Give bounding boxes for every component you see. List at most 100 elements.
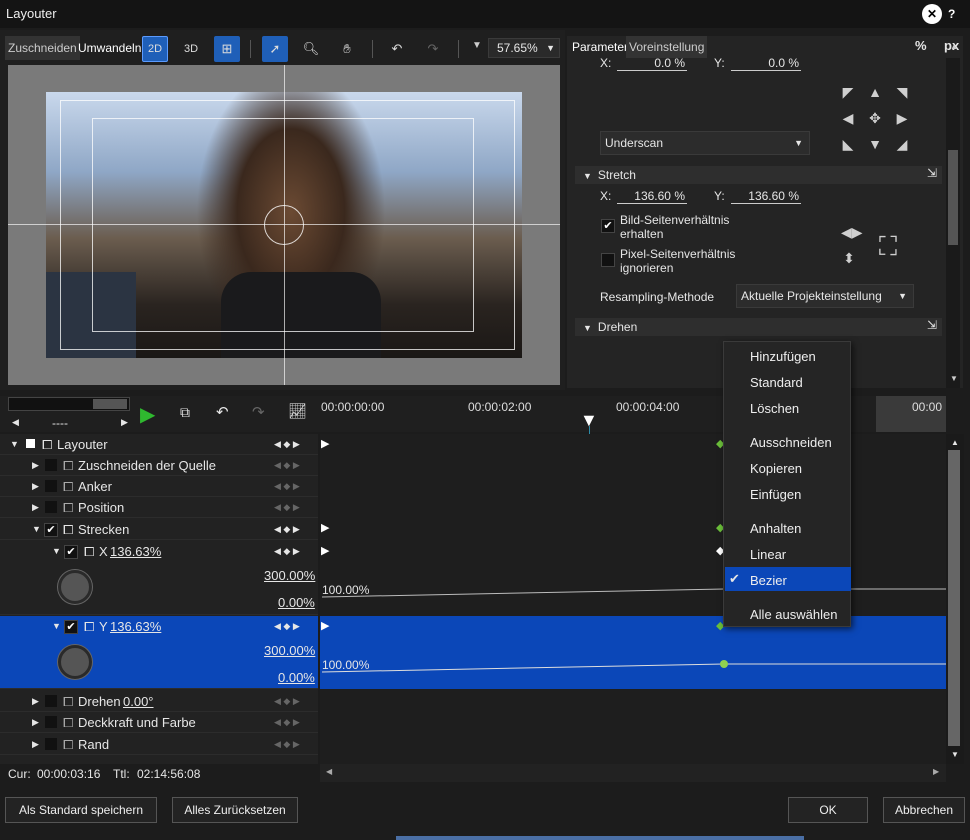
unit-percent-button[interactable]: % [915, 38, 927, 53]
arrow-right-icon[interactable]: ▶ [894, 110, 910, 126]
track-checkbox[interactable]: ✔ [64, 545, 78, 559]
keyframe-start-icon[interactable]: ▶ [321, 521, 329, 534]
loop-play-icon[interactable]: ⧉ [180, 404, 190, 421]
collapse-triangle-icon[interactable]: ▼ [10, 434, 19, 455]
anchor-handle[interactable] [264, 205, 304, 245]
keyframe-nav-icon[interactable]: ◀ ◆ ▶ [274, 519, 300, 540]
track-border[interactable]: ▶ ⧠ Rand ◀ ◆ ▶ [0, 734, 318, 755]
arrow-up-icon[interactable]: ▲ [867, 84, 883, 100]
scroll-down-icon[interactable]: ▼ [951, 750, 959, 759]
zoom-tool-button[interactable]: 🔍︎ [298, 36, 324, 62]
arrow-bottom-right-icon[interactable]: ◢ [894, 136, 910, 152]
track-checkbox[interactable] [45, 716, 57, 728]
scroll-up-icon[interactable]: ▲ [950, 42, 958, 51]
track-opacity[interactable]: ▶ ⧠ Deckkraft und Farbe ◀ ◆ ▶ [0, 712, 318, 733]
underscan-select[interactable]: Underscan ▼ [600, 131, 810, 155]
x-field[interactable]: 0.0 % [617, 56, 687, 71]
track-anchor[interactable]: ▶ ⧠ Anker ◀ ◆ ▶ [0, 476, 318, 497]
reset-icon[interactable]: ⇲ [927, 166, 937, 180]
expand-triangle-icon[interactable]: ▶ [32, 712, 39, 733]
y-field[interactable]: 0.0 % [731, 56, 801, 71]
range-max[interactable]: 300.00% [264, 640, 315, 661]
track-checkbox[interactable] [45, 738, 57, 750]
range-max[interactable]: 300.00% [264, 565, 315, 586]
value-knob[interactable] [58, 570, 92, 604]
undo-button[interactable]: ↶ [384, 36, 410, 62]
keyframe-start-icon[interactable]: ▶ [321, 437, 329, 450]
arrow-top-left-icon[interactable]: ◤ [840, 84, 856, 100]
menu-item-cut[interactable]: Ausschneiden [750, 435, 832, 450]
track-checkbox[interactable]: ✔ [64, 620, 78, 634]
hand-tool-button[interactable]: ✋︎ [334, 36, 360, 62]
track-position[interactable]: ▶ ⧠ Position ◀ ◆ ▶ [0, 497, 318, 518]
menu-item-paste[interactable]: Einfügen [750, 487, 801, 502]
redo-icon[interactable]: ↷ [252, 403, 265, 421]
menu-item-delete[interactable]: Löschen [750, 401, 799, 416]
keyframe-nav-icon[interactable]: ◀ ◆ ▶ [274, 497, 300, 518]
track-crop[interactable]: ▶ ⧠ Zuschneiden der Quelle ◀ ◆ ▶ [0, 455, 318, 476]
ignore-pixel-checkbox[interactable] [601, 253, 615, 267]
menu-item-select-all[interactable]: Alle auswählen [750, 607, 837, 622]
tab-parameter[interactable]: Parameter [569, 36, 631, 58]
expand-triangle-icon[interactable]: ▶ [32, 691, 39, 712]
reset-all-button[interactable]: Alles Zurücksetzen [172, 797, 298, 823]
ok-button[interactable]: OK [788, 797, 868, 823]
track-stretch-x[interactable]: ▼ ✔ ⧠ X 136.63% ◀ ◆ ▶ 300.00% 0.00% [0, 541, 318, 615]
range-min[interactable]: 0.00% [278, 592, 315, 613]
close-icon[interactable]: ✕ [922, 4, 942, 24]
keyframe-nav-icon[interactable]: ◀ ◆ ▶ [274, 712, 300, 733]
collapse-triangle-icon[interactable]: ▼ [52, 616, 61, 637]
expand-triangle-icon[interactable]: ▶ [32, 476, 39, 497]
arrow-bottom-left-icon[interactable]: ◣ [840, 136, 856, 152]
reset-icon[interactable]: ⇲ [927, 318, 937, 332]
horizontal-stretch-icon[interactable]: ◀▶ [841, 224, 863, 240]
scroll-up-icon[interactable]: ▲ [951, 438, 959, 447]
scrollbar-thumb[interactable] [948, 150, 958, 245]
menu-item-add[interactable]: Hinzufügen [750, 349, 816, 364]
help-button[interactable]: ? [948, 4, 966, 24]
fullscreen-expand-icon[interactable]: ⛶ [870, 228, 906, 264]
keyframe-nav-icon[interactable]: ◀ ◆ ▶ [274, 455, 300, 476]
save-default-button[interactable]: Als Standard speichern [5, 797, 157, 823]
prev-icon[interactable]: ◀ [12, 417, 19, 428]
expand-triangle-icon[interactable]: ▶ [32, 734, 39, 755]
select-tool-button[interactable]: ➚ [262, 36, 288, 62]
menu-item-bezier[interactable]: Bezier [750, 573, 787, 588]
section-rotate[interactable]: ▼ Drehen [575, 318, 942, 336]
expand-triangle-icon[interactable]: ▶ [32, 497, 39, 518]
track-value[interactable]: 136.63% [110, 616, 161, 637]
resampling-select[interactable]: Aktuelle Projekteinstellung ▼ [736, 284, 914, 308]
menu-item-copy[interactable]: Kopieren [750, 461, 802, 476]
track-layouter[interactable]: ▼ ⧠ Layouter ◀ ◆ ▶ [0, 434, 318, 455]
alignment-grid[interactable]: ◤ ▲ ◥ ◀ ✥ ▶ ◣ ▼ ◢ [840, 84, 910, 152]
shuttle-slider[interactable] [8, 397, 130, 411]
track-stretch-y[interactable]: ▼ ✔ ⧠ Y 136.63% ◀ ◆ ▶ 300.00% 0.00% [0, 616, 318, 689]
scroll-down-icon[interactable]: ▼ [950, 374, 958, 383]
keyframe-nav-icon[interactable]: ◀ ◆ ▶ [274, 434, 300, 455]
arrow-down-icon[interactable]: ▼ [867, 136, 883, 152]
keyframe-nav-icon[interactable]: ◀ ◆ ▶ [274, 691, 300, 712]
section-stretch[interactable]: ▼ Stretch [575, 166, 942, 184]
mode-3d-button[interactable]: 3D [178, 36, 204, 62]
menu-item-linear[interactable]: Linear [750, 547, 786, 562]
arrow-top-right-icon[interactable]: ◥ [894, 84, 910, 100]
tab-preset[interactable]: Voreinstellung [626, 36, 708, 58]
curve-point[interactable] [720, 660, 728, 668]
tab-convert[interactable]: Umwandeln [75, 36, 144, 60]
zoom-select[interactable]: 57.65% ▼ [488, 38, 560, 58]
keyframe-nav-icon[interactable]: ◀ ◆ ▶ [274, 476, 300, 497]
track-checkbox[interactable] [45, 480, 57, 492]
value-knob[interactable] [58, 645, 92, 679]
scrollbar-thumb[interactable] [948, 450, 960, 746]
keep-aspect-checkbox[interactable]: ✔ [601, 219, 615, 233]
scroll-left-icon[interactable]: ◀ [326, 767, 332, 776]
track-checkbox[interactable] [45, 459, 57, 471]
track-stretch[interactable]: ▼ ✔ ⧠ Strecken ◀ ◆ ▶ [0, 519, 318, 540]
center-move-icon[interactable]: ✥ [867, 110, 883, 126]
play-icon[interactable]: ▶ [140, 402, 155, 427]
keyframe-nav-icon[interactable]: ◀ ◆ ▶ [274, 541, 300, 562]
stretch-x-field[interactable]: 136.60 % [617, 189, 687, 204]
tab-crop[interactable]: Zuschneiden [5, 36, 80, 60]
stretch-y-field[interactable]: 136.60 % [731, 189, 801, 204]
track-value[interactable]: 0.00° [123, 691, 154, 712]
